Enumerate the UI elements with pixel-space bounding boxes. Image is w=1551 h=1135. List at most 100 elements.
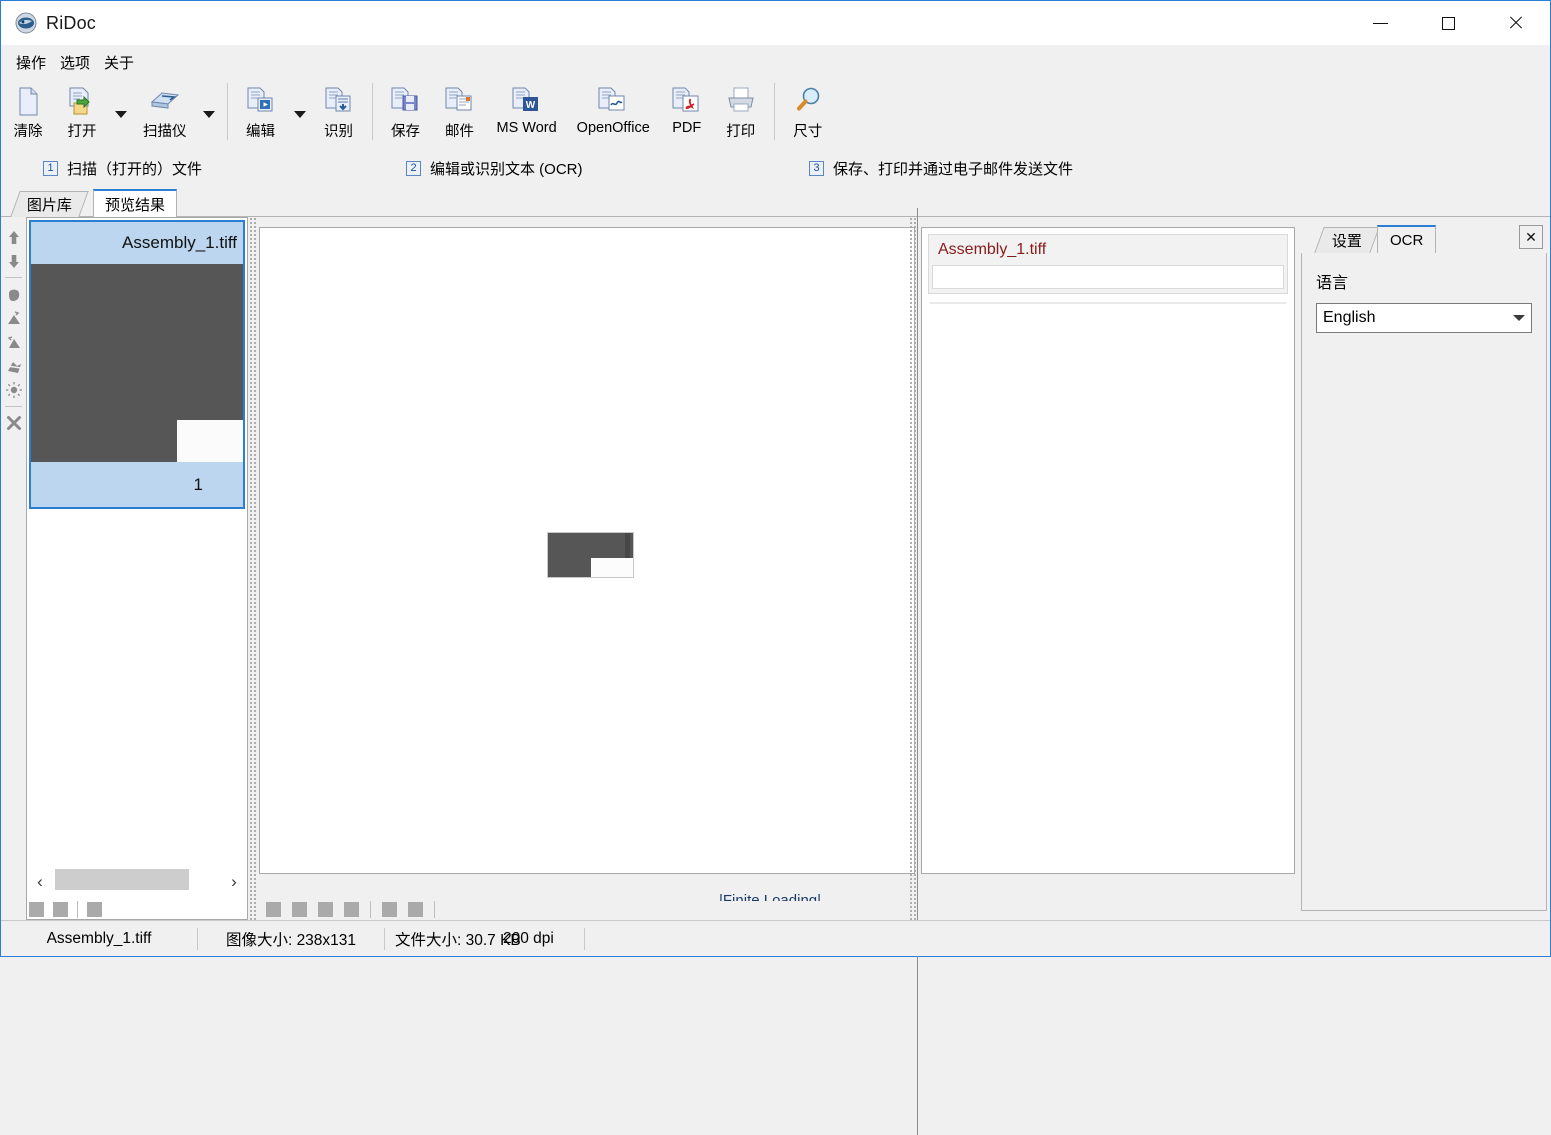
hint-text-3: 保存、打印并通过电子邮件发送文件 [833, 158, 1073, 179]
toolbar-button-recognize[interactable]: 识别 [312, 80, 366, 142]
toolbar-label-openoffice: OpenOffice [577, 120, 650, 136]
toolbar-label-print: 打印 [726, 120, 755, 141]
close-icon [1508, 15, 1524, 31]
toolbar-button-open[interactable]: 打开 [55, 80, 109, 142]
toolbar-button-size[interactable]: 尺寸 [781, 80, 835, 142]
toolbar-dropdown-open[interactable] [109, 80, 133, 142]
mini-button[interactable] [344, 902, 359, 917]
recognize-icon [322, 86, 356, 117]
toolbar-button-edit[interactable]: 编辑 [234, 80, 288, 142]
toolbar-separator [774, 83, 775, 140]
close-button[interactable] [1482, 1, 1550, 45]
tab-image-library[interactable]: 图片库 [10, 191, 88, 217]
delete-icon[interactable] [2, 411, 25, 435]
menu-bar: 操作 选项 关于 [1, 45, 1550, 80]
thumbnail-hscrollbar[interactable]: ‹ › [29, 867, 245, 897]
scroll-right-button[interactable]: › [223, 869, 245, 895]
thumbnail-pane[interactable]: Assembly_1.tiff 1 [26, 217, 248, 920]
move-down-icon[interactable] [2, 249, 25, 273]
preview-canvas[interactable] [259, 227, 915, 874]
toolbar-label-clear: 清除 [14, 120, 43, 141]
openoffice-icon [596, 86, 630, 117]
pdf-icon [670, 86, 704, 117]
thumbnail-image-notch [177, 420, 243, 462]
mini-button[interactable] [408, 902, 423, 917]
toolbar-label-mail: 邮件 [445, 120, 474, 141]
mini-button[interactable] [29, 902, 44, 917]
scanner-icon [148, 86, 182, 117]
scroll-track[interactable] [51, 867, 223, 897]
msword-icon: W [510, 86, 544, 117]
printer-icon [724, 86, 758, 117]
clipped-text-artifact: |Finite Loading| [719, 889, 829, 901]
toolbar-button-save[interactable]: 保存 [379, 80, 433, 142]
brightness-icon[interactable] [2, 378, 25, 402]
tab-preview-result[interactable]: 预览结果 [93, 189, 177, 217]
open-folder-icon [65, 86, 99, 117]
ocr-result-pane[interactable]: Assembly_1.tiff [921, 227, 1295, 874]
toolbar-label-open: 打开 [68, 120, 97, 141]
tab-label-ocr: OCR [1390, 232, 1423, 249]
tab-settings[interactable]: 设置 [1314, 227, 1379, 253]
rail-separator [5, 406, 22, 407]
chevron-down-icon [203, 111, 215, 118]
right-panel: 设置 OCR ✕ 语言 English [1301, 225, 1547, 911]
move-up-icon[interactable] [2, 225, 25, 249]
magnifier-icon [791, 86, 825, 117]
mini-button[interactable] [87, 902, 102, 917]
menu-item-about[interactable]: 关于 [97, 49, 141, 76]
chevron-down-icon [1513, 315, 1525, 321]
mini-button[interactable] [318, 902, 333, 917]
toolbar-separator [372, 83, 373, 140]
ocr-divider [930, 302, 1286, 304]
maximize-button[interactable] [1414, 1, 1482, 45]
status-dpi: 200 dpi [493, 921, 564, 956]
toolbar-button-scanner[interactable]: 扫描仪 [133, 80, 197, 142]
toolbar-button-print[interactable]: 打印 [714, 80, 768, 142]
panel-close-button[interactable]: ✕ [1519, 225, 1543, 249]
hint-number-2: 2 [406, 161, 421, 176]
menu-item-operations[interactable]: 操作 [9, 49, 53, 76]
rotate-left-icon[interactable] [2, 306, 25, 330]
chevron-down-icon [294, 111, 306, 118]
mini-button[interactable] [292, 902, 307, 917]
preview-page-edge [625, 533, 630, 561]
mini-button[interactable] [382, 902, 397, 917]
scroll-thumb[interactable] [55, 869, 189, 890]
toolbar-button-msword[interactable]: W MS Word [487, 80, 567, 142]
scroll-left-button[interactable]: ‹ [29, 869, 51, 895]
tab-ocr[interactable]: OCR [1377, 225, 1436, 253]
menu-item-options[interactable]: 选项 [53, 49, 97, 76]
mini-separator [370, 901, 371, 918]
thumbnail-page-number: 1 [31, 462, 243, 507]
edit-page-icon [244, 86, 278, 117]
toolbar-dropdown-scanner[interactable] [197, 80, 221, 142]
window-controls [1346, 1, 1550, 45]
hint-step-1: 1 扫描（打开的）文件 [43, 158, 202, 179]
thumbnail-item-1[interactable]: Assembly_1.tiff 1 [29, 220, 245, 509]
mini-button[interactable] [53, 902, 68, 917]
tab-label-settings: 设置 [1332, 230, 1362, 251]
toolbar-button-pdf[interactable]: PDF [660, 80, 714, 142]
ocr-result-text[interactable] [932, 265, 1284, 289]
deskew-icon[interactable] [2, 354, 25, 378]
content-area: Assembly_1.tiff 1 Assembly_1.tiff [1, 217, 1550, 920]
thumbnail-filename: Assembly_1.tiff [31, 222, 243, 264]
splitter-preview-ocr[interactable] [909, 217, 916, 920]
language-select[interactable]: English [1316, 303, 1532, 333]
mini-button[interactable] [266, 902, 281, 917]
toolbar-button-mail[interactable]: 邮件 [433, 80, 487, 142]
toolbar-button-openoffice[interactable]: OpenOffice [567, 80, 660, 142]
save-disk-icon [389, 86, 423, 117]
toolbar-button-clear[interactable]: 清除 [1, 80, 55, 142]
toolbar-label-save: 保存 [391, 120, 420, 141]
hint-step-2: 2 编辑或识别文本 (OCR) [406, 158, 583, 179]
toolbar-dropdown-edit[interactable] [288, 80, 312, 142]
main-tab-strip: 图片库 预览结果 [1, 189, 1550, 217]
rotate-right-icon[interactable] [2, 330, 25, 354]
blob-shape-icon[interactable] [2, 282, 25, 306]
minimize-button[interactable] [1346, 1, 1414, 45]
right-panel-tabs: 设置 OCR ✕ [1301, 225, 1547, 253]
thumbnail-minibar [29, 901, 102, 918]
splitter-thumbnails-preview[interactable] [249, 217, 256, 920]
